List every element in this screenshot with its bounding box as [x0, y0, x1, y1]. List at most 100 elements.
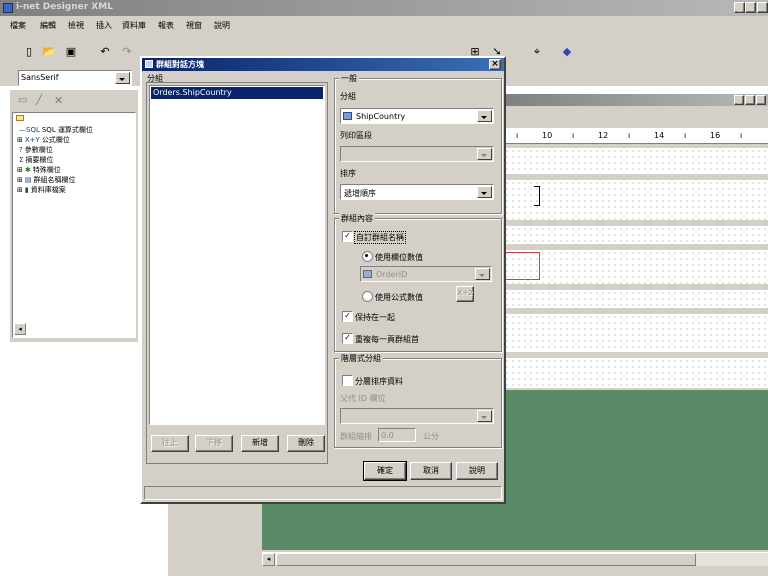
use-field-radio[interactable] — [362, 251, 373, 262]
field-explorer-tree[interactable]: —SQL SQL 運算式欄位 ⊞ X+Y 公式欄位? 參數欄位 Σ 摘要欄位 ⊞ ✱ 特殊欄位 ⊞ ▤ 群… — [12, 112, 136, 338]
report-section-band[interactable] — [504, 314, 768, 352]
tree-item[interactable]: Σ 摘要欄位 — [17, 155, 53, 165]
report-section-band[interactable] — [504, 358, 768, 388]
group-list[interactable]: Orders.ShipCountry — [149, 85, 325, 425]
repeat-header-label: 重複每一頁群組首 — [355, 335, 419, 344]
report-section-band[interactable] — [504, 180, 768, 220]
menu-report[interactable]: 報表 — [158, 20, 174, 31]
section-icon[interactable]: ⌖ — [530, 45, 544, 59]
report-section-band[interactable] — [504, 148, 768, 174]
report-section-band[interactable] — [504, 250, 768, 284]
tree-expander-icon[interactable]: ⊞ — [17, 166, 23, 174]
ruler-label: 16 — [710, 131, 721, 140]
new-file-icon[interactable]: ▯ — [22, 45, 36, 59]
menu-help[interactable]: 說明 — [214, 20, 230, 31]
maximize-button[interactable]: ▫ — [745, 2, 756, 13]
dialog-app-icon — [145, 60, 153, 68]
tree-item[interactable]: ⊞ ✱ 特殊欄位 — [17, 165, 61, 175]
print-section-combo — [340, 146, 494, 162]
parent-id-combo — [340, 408, 494, 424]
use-formula-radio[interactable] — [362, 291, 373, 302]
scroll-thumb[interactable] — [276, 553, 696, 566]
ruler-label: 10 — [542, 131, 553, 140]
sort-order-combo[interactable]: 遞增順序 — [340, 184, 494, 200]
app-title: i-net Designer XML — [16, 2, 113, 12]
minimize-button[interactable]: _ — [734, 2, 745, 13]
dialog-close-button[interactable]: × — [489, 59, 501, 70]
font-name-combo[interactable]: SansSerif — [18, 70, 132, 86]
move-up-button[interactable]: 往上 — [151, 435, 189, 452]
group-by-combo[interactable]: ShipCountry — [340, 108, 494, 124]
tree-item[interactable]: ⊞ ▮ 資料庫檔案 — [17, 185, 66, 195]
report-section-band[interactable] — [504, 226, 768, 244]
tree-item-icon: X+Y — [24, 136, 40, 144]
tree-expander-icon[interactable]: ⊞ — [17, 176, 23, 184]
field-select-value: OrderID — [376, 270, 408, 279]
menu-database[interactable]: 資料庫 — [122, 20, 146, 31]
tree-expander-icon[interactable]: ⊞ — [17, 136, 23, 144]
delete-group-button[interactable]: 刪除 — [287, 435, 325, 452]
menu-window[interactable]: 視窗 — [186, 20, 202, 31]
keep-together-checkbox[interactable]: ✓ — [342, 311, 353, 322]
app-icon — [3, 3, 13, 13]
group-by-label: 分組 — [340, 92, 356, 101]
use-formula-label: 使用公式數值 — [375, 293, 423, 302]
cube-icon[interactable]: ◆ — [560, 45, 574, 59]
tree-root-icon — [16, 115, 24, 121]
report-close-button[interactable]: × — [756, 95, 766, 105]
report-minimize-button[interactable]: _ — [734, 95, 744, 105]
add-group-button[interactable]: 新增 — [241, 435, 279, 452]
hierarchical-sort-checkbox[interactable] — [342, 375, 353, 386]
explorer-new-icon[interactable]: ▭ — [18, 95, 27, 106]
tree-item-label: SQL 運算式欄位 — [41, 126, 93, 134]
tree-item[interactable]: ⊞ X+Y 公式欄位 — [17, 135, 70, 145]
save-icon[interactable]: ▣ — [64, 45, 78, 59]
report-section-band[interactable] — [504, 290, 768, 308]
move-down-button[interactable]: 下移 — [195, 435, 233, 452]
group-list-item-selected[interactable]: Orders.ShipCountry — [151, 87, 323, 99]
tree-item-label: 特殊欄位 — [32, 166, 61, 174]
explorer-panel: ▭ ╱ ✕ —SQL SQL 運算式欄位 ⊞ X+Y 公式欄位? 參數欄位 Σ 摘要欄位 ⊞ ✱ 特… — [10, 90, 138, 342]
indent-unit: 公分 — [423, 432, 439, 441]
ok-button[interactable]: 確定 — [363, 461, 407, 481]
tree-item[interactable]: —SQL SQL 運算式欄位 — [17, 125, 93, 135]
undo-icon[interactable]: ↶ — [98, 45, 112, 59]
tree-item-icon: ▮ — [24, 186, 29, 194]
indent-input: 0.0 — [378, 428, 416, 442]
redo-icon[interactable]: ↷ — [120, 45, 134, 59]
horizontal-scrollbar[interactable]: ◂ — [262, 552, 768, 566]
report-maximize-button[interactable]: ▫ — [745, 95, 755, 105]
tree-item[interactable]: ⊞ ▤ 群組名稱欄位 — [17, 175, 76, 185]
sort-order-dropdown-icon[interactable] — [477, 186, 492, 198]
repeat-header-checkbox[interactable]: ✓ — [342, 333, 353, 344]
parent-id-dropdown-icon — [477, 410, 492, 422]
indent-label: 群組縮排 — [340, 432, 372, 441]
selected-field-box[interactable] — [504, 252, 540, 280]
menu-edit[interactable]: 編輯 — [40, 20, 56, 31]
menu-file[interactable]: 檔案 — [10, 20, 26, 31]
explorer-edit-icon[interactable]: ╱ — [36, 95, 42, 106]
tree-item-label: 摘要欄位 — [25, 156, 54, 164]
general-section-label: 一般 — [339, 73, 359, 84]
formula-editor-button[interactable]: X+2 — [456, 286, 474, 302]
open-file-icon[interactable]: 📂 — [42, 45, 56, 59]
app-titlebar: i-net Designer XML _ ▫ × — [0, 0, 768, 16]
menu-view[interactable]: 檢視 — [68, 20, 84, 31]
sort-order-label: 排序 — [340, 169, 356, 178]
tree-item[interactable]: ? 參數欄位 — [17, 145, 53, 155]
tree-expander-icon[interactable]: ⊞ — [17, 186, 23, 194]
custom-name-checkbox[interactable]: ✓ — [342, 231, 353, 242]
tree-scroll-left[interactable]: ◂ — [14, 323, 26, 335]
sort-order-value: 遞增順序 — [344, 189, 376, 198]
scroll-left-button[interactable]: ◂ — [262, 553, 275, 566]
group-by-dropdown-icon[interactable] — [477, 110, 492, 122]
help-button[interactable]: 說明 — [456, 462, 498, 480]
print-section-label: 列印區段 — [340, 131, 372, 140]
cancel-button[interactable]: 取消 — [410, 462, 452, 480]
menu-insert[interactable]: 插入 — [96, 20, 112, 31]
group-content-section-label: 群組內容 — [339, 213, 375, 224]
explorer-delete-icon[interactable]: ✕ — [54, 94, 63, 107]
tree-item-icon: ? — [19, 146, 23, 154]
font-name-dropdown-icon[interactable] — [115, 72, 130, 84]
close-button[interactable]: × — [757, 2, 768, 13]
